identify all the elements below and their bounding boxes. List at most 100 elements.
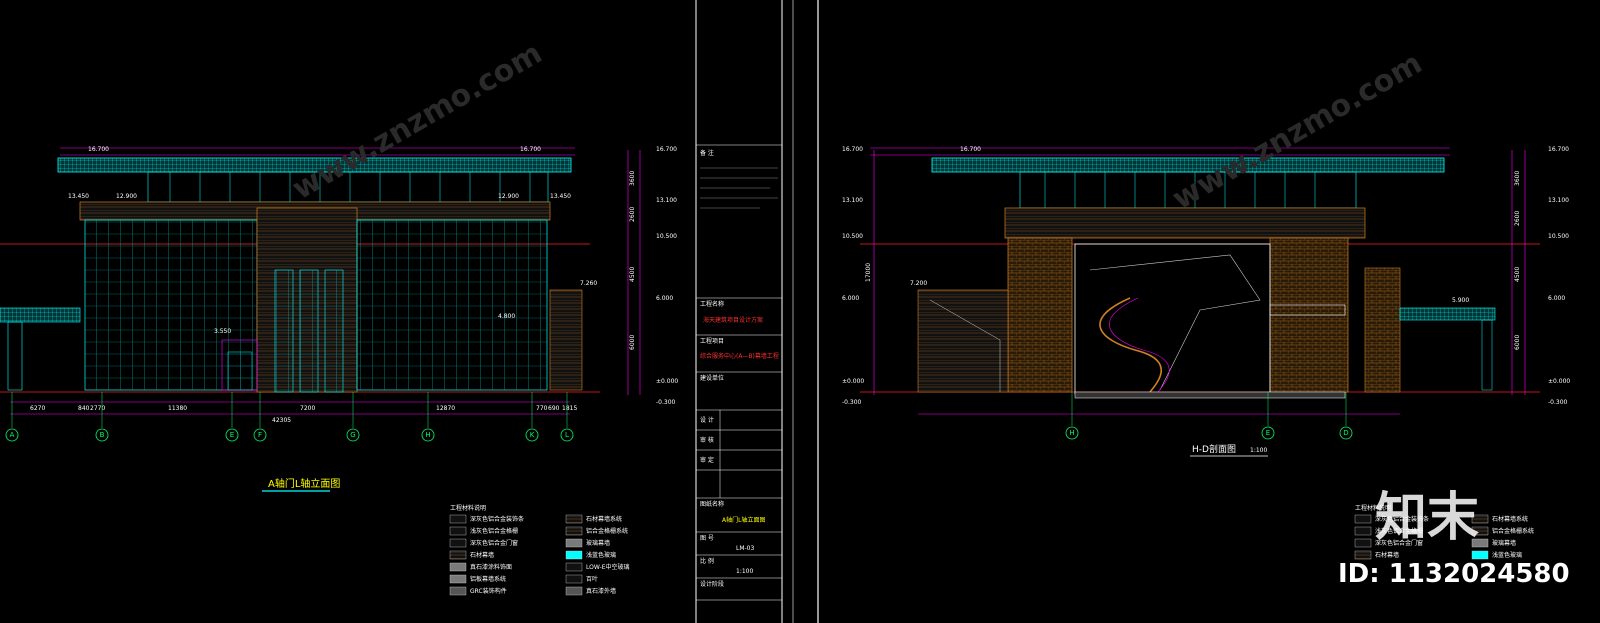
r-level-neg-left: -0.300: [842, 399, 862, 406]
axis-grid-right: H E D: [1065, 392, 1353, 440]
r-level-10500-right: 10.500: [1548, 233, 1569, 240]
scale-label: 比 例: [700, 557, 714, 565]
watermark-brand: 知末: [1375, 488, 1479, 548]
level-zero: ±0.000: [656, 378, 678, 385]
axis-H: H: [425, 431, 430, 439]
level-6000: 6.000: [656, 295, 673, 302]
level-13450-right: 13.450: [550, 193, 571, 200]
legend-item: LOW-E中空玻璃: [586, 563, 630, 571]
r-level-7200: 7.200: [910, 280, 927, 287]
material-legend-left: 工程材料说明 深灰色铝合金装饰条 浅灰色铝合金格栅 深灰色铝合金门窗 石材幕墙 …: [449, 504, 630, 596]
r-vdim-2600: 2600: [1514, 211, 1521, 226]
dim-12870: 12870: [436, 405, 455, 412]
legend-item: 玻璃幕墙: [1492, 539, 1516, 547]
axis-K: K: [530, 431, 535, 439]
vdim-6000: 6000: [629, 335, 636, 350]
r-level-top-mid: 16.700: [960, 146, 981, 153]
r-vdim-3600: 3600: [1514, 171, 1521, 186]
level-10500: 10.500: [656, 233, 677, 240]
dim-11380: 11380: [168, 405, 187, 412]
drawing-label: 图纸名称: [700, 500, 724, 508]
level-3550: 3.550: [214, 328, 231, 335]
level-13100: 13.100: [656, 197, 677, 204]
legend-item: 百叶: [586, 575, 598, 583]
axis-D: D: [1343, 429, 1348, 437]
cad-drawing-canvas: 16.700 16.700 16.700 13.450 12.900 12.90…: [0, 0, 1570, 623]
level-12900-right: 12.900: [498, 193, 519, 200]
legend-item: 石材幕墙: [470, 551, 494, 559]
dim-1815: 1815: [562, 405, 577, 412]
r-level-top-right: 16.700: [1548, 146, 1569, 153]
right-drawing-scale: 1:100: [1250, 447, 1267, 454]
sign-review: 审 核: [700, 436, 714, 444]
left-elevation-drawing: 16.700 16.700 16.700 13.450 12.900 12.90…: [0, 146, 678, 492]
legend-item: 浅灰色铝合金格栅: [470, 527, 518, 535]
vdim-4500: 4500: [629, 267, 636, 282]
dim-7200: 7200: [300, 405, 315, 412]
level-7260: 7.260: [580, 280, 597, 287]
r-level-5900: 5.900: [1452, 297, 1469, 304]
r-level-13100-left: 13.100: [842, 197, 863, 204]
legend-item: 深灰色铝合金装饰条: [470, 515, 524, 523]
axis-H: H: [1069, 429, 1074, 437]
subproject-name: 综合服务中心(A—B)幕墙工程: [700, 352, 779, 360]
number-label: 图 号: [700, 535, 714, 542]
title-block: 备 注 工程名称 海天建筑项目设计方案 工程项目 综合服务中心(A—B)幕墙工程…: [695, 0, 819, 623]
phase-label: 设计阶段: [700, 580, 724, 588]
dim-2770: 2770: [90, 405, 105, 412]
legend-item: 浅蓝色玻璃: [1492, 551, 1522, 559]
level-top-left: 16.700: [88, 146, 109, 153]
axis-E: E: [230, 431, 234, 439]
dim-total: 42305: [272, 417, 291, 424]
legend-item: 玻璃幕墙: [586, 539, 610, 547]
legend-item: 石材幕墙: [1375, 551, 1399, 559]
r-level-13100-right: 13.100: [1548, 197, 1569, 204]
r-level-neg-right: -0.300: [1548, 399, 1568, 406]
drawing-name: A轴门L轴立面图: [722, 516, 765, 524]
level-top-axis: 16.700: [656, 146, 677, 153]
r-level-top-left: 16.700: [842, 146, 863, 153]
r-level-10500-left: 10.500: [842, 233, 863, 240]
legend-item: 铝合金格栅系统: [1492, 527, 1534, 535]
note-label: 备 注: [700, 149, 714, 157]
axis-E: E: [1266, 429, 1270, 437]
watermark-site-1: www.znzmo.com: [287, 36, 549, 207]
axis-B: B: [100, 431, 105, 439]
vdim-3600: 3600: [629, 171, 636, 186]
axis-L: L: [565, 431, 569, 439]
r-vdim-4500: 4500: [1514, 267, 1521, 282]
legend-heading: 工程材料说明: [450, 504, 486, 512]
axis-F: F: [258, 431, 262, 439]
client-label: 建设单位: [700, 374, 724, 382]
sign-design: 设 计: [700, 416, 714, 424]
dim-690: 690: [548, 405, 560, 412]
left-drawing-title: A轴门L轴立面图: [268, 477, 340, 490]
level-12900-left: 12.900: [116, 193, 137, 200]
legend-item: 深灰色铝合金门窗: [470, 539, 518, 547]
drawing-number: LM-03: [736, 545, 755, 552]
dim-6270: 6270: [30, 405, 45, 412]
project-label: 工程名称: [700, 300, 724, 308]
sign-approve: 审 定: [700, 456, 714, 464]
r-vdim-17000: 17000: [865, 263, 872, 282]
legend-item: 真石漆涂料饰面: [470, 563, 512, 571]
r-level-6000-left: 6.000: [842, 295, 859, 302]
watermark-site-2: www.znzmo.com: [1167, 46, 1429, 217]
axis-G: G: [350, 431, 355, 439]
r-level-6000-right: 6.000: [1548, 295, 1565, 302]
legend-item: 浅蓝色玻璃: [586, 551, 616, 559]
r-level-zero-left: ±0.000: [842, 378, 864, 385]
level-4800: 4.800: [498, 313, 515, 320]
legend-item: GRC装饰构件: [470, 587, 507, 595]
r-vdim-6000: 6000: [1514, 335, 1521, 350]
dim-770: 770: [536, 405, 548, 412]
level-top-right: 16.700: [520, 146, 541, 153]
axis-A: A: [10, 431, 15, 439]
legend-item: 石材幕墙系统: [586, 515, 622, 523]
legend-item: 石材幕墙系统: [1492, 515, 1528, 523]
right-drawing-title: H-D剖面图: [1192, 443, 1236, 455]
legend-item: 真石漆外墙: [586, 587, 616, 595]
subproject-label: 工程项目: [700, 337, 724, 345]
r-level-zero-right: ±0.000: [1548, 378, 1570, 385]
level-neg: -0.300: [656, 399, 676, 406]
